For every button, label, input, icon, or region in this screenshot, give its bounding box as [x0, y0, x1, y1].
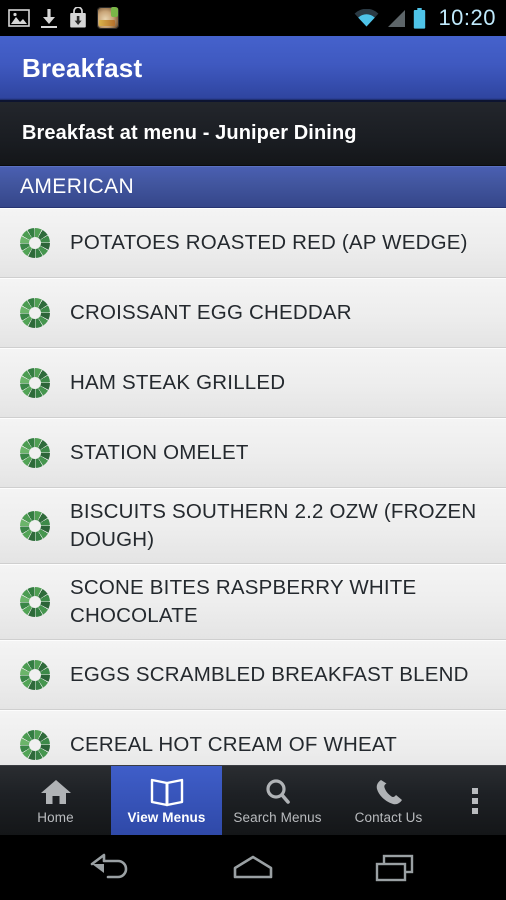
list-item-label: SCONE BITES RASPBERRY WHITE CHOCOLATE	[70, 576, 417, 627]
search-icon	[265, 778, 290, 804]
green-donut-icon	[20, 660, 50, 690]
section-header-label: AMERICAN	[20, 175, 135, 198]
app-root: 10:20 Breakfast Breakfast at menu - Juni…	[0, 0, 506, 900]
list-item-label: CROISSANT EGG CHEDDAR	[70, 301, 352, 324]
tab-search-menus[interactable]: Search Menus	[222, 766, 333, 835]
list-item-label: HAM STEAK GRILLED	[70, 371, 286, 394]
green-donut-icon	[20, 511, 50, 541]
menu-item-list: POTATOES ROASTED RED (AP WEDGE) CROISSAN…	[0, 208, 506, 780]
app-icon	[97, 7, 119, 29]
menu-subheader: Breakfast at menu - Juniper Dining	[0, 102, 506, 166]
green-donut-icon	[20, 438, 50, 468]
back-icon	[90, 853, 128, 878]
download-icon	[41, 8, 57, 28]
green-donut-icon	[20, 730, 50, 760]
status-bar-clock: 10:20	[438, 5, 496, 30]
green-donut-icon	[20, 298, 50, 328]
wifi-icon	[355, 8, 379, 26]
home-nav-icon	[233, 855, 273, 878]
nav-recents-button[interactable]	[350, 844, 440, 892]
list-item[interactable]: STATION OMELET	[0, 418, 506, 488]
green-donut-icon	[20, 368, 50, 398]
list-item[interactable]: SCONE BITES RASPBERRY WHITE CHOCOLATE	[0, 564, 506, 640]
play-store-download-icon	[70, 7, 86, 28]
nav-back-button[interactable]	[66, 844, 156, 892]
status-bar: 10:20	[0, 0, 506, 36]
page-title: Breakfast	[22, 52, 143, 83]
action-bar: Breakfast	[0, 36, 506, 102]
menu-subheader-text: Breakfast at menu - Juniper Dining	[22, 122, 357, 144]
overflow-menu-icon	[472, 787, 478, 814]
green-donut-icon	[20, 587, 50, 617]
tab-label: Home	[37, 809, 74, 825]
cell-signal-icon	[388, 9, 406, 27]
battery-icon	[414, 7, 426, 29]
tab-contact-us[interactable]: Contact Us	[333, 766, 444, 835]
list-item-label: CEREAL HOT CREAM OF WHEAT	[70, 733, 397, 756]
bottom-tab-bar: Home View Menus Search Menus Contact Us	[0, 765, 506, 835]
tab-label: Search Menus	[233, 809, 322, 825]
section-header-american: AMERICAN	[0, 166, 506, 208]
list-item[interactable]: BISCUITS SOUTHERN 2.2 OZW (FROZEN DOUGH)	[0, 488, 506, 564]
home-icon	[40, 779, 71, 804]
nav-home-button[interactable]	[208, 844, 298, 892]
tab-label: Contact Us	[354, 809, 423, 825]
tab-home[interactable]: Home	[0, 766, 111, 835]
status-bar-notification-icons	[8, 7, 354, 29]
overflow-menu-button[interactable]	[444, 766, 506, 835]
book-icon	[150, 778, 183, 806]
list-item-label: EGGS SCRAMBLED BREAKFAST BLEND	[70, 663, 469, 686]
image-icon	[8, 9, 30, 27]
recent-apps-icon	[375, 854, 414, 881]
list-item[interactable]: POTATOES ROASTED RED (AP WEDGE)	[0, 208, 506, 278]
list-item-label: STATION OMELET	[70, 441, 249, 464]
green-donut-icon	[20, 228, 50, 258]
list-item[interactable]: HAM STEAK GRILLED	[0, 348, 506, 418]
status-bar-system-icons: 10:20	[354, 5, 496, 31]
list-item-label: POTATOES ROASTED RED (AP WEDGE)	[70, 231, 468, 254]
list-item[interactable]: CROISSANT EGG CHEDDAR	[0, 278, 506, 348]
list-item[interactable]: EGGS SCRAMBLED BREAKFAST BLEND	[0, 640, 506, 710]
list-item-label: BISCUITS SOUTHERN 2.2 OZW (FROZEN DOUGH)	[70, 500, 477, 551]
tab-label: View Menus	[127, 809, 206, 825]
tab-view-menus[interactable]: View Menus	[111, 766, 222, 835]
android-navigation-bar	[0, 835, 506, 900]
phone-icon	[376, 779, 402, 804]
